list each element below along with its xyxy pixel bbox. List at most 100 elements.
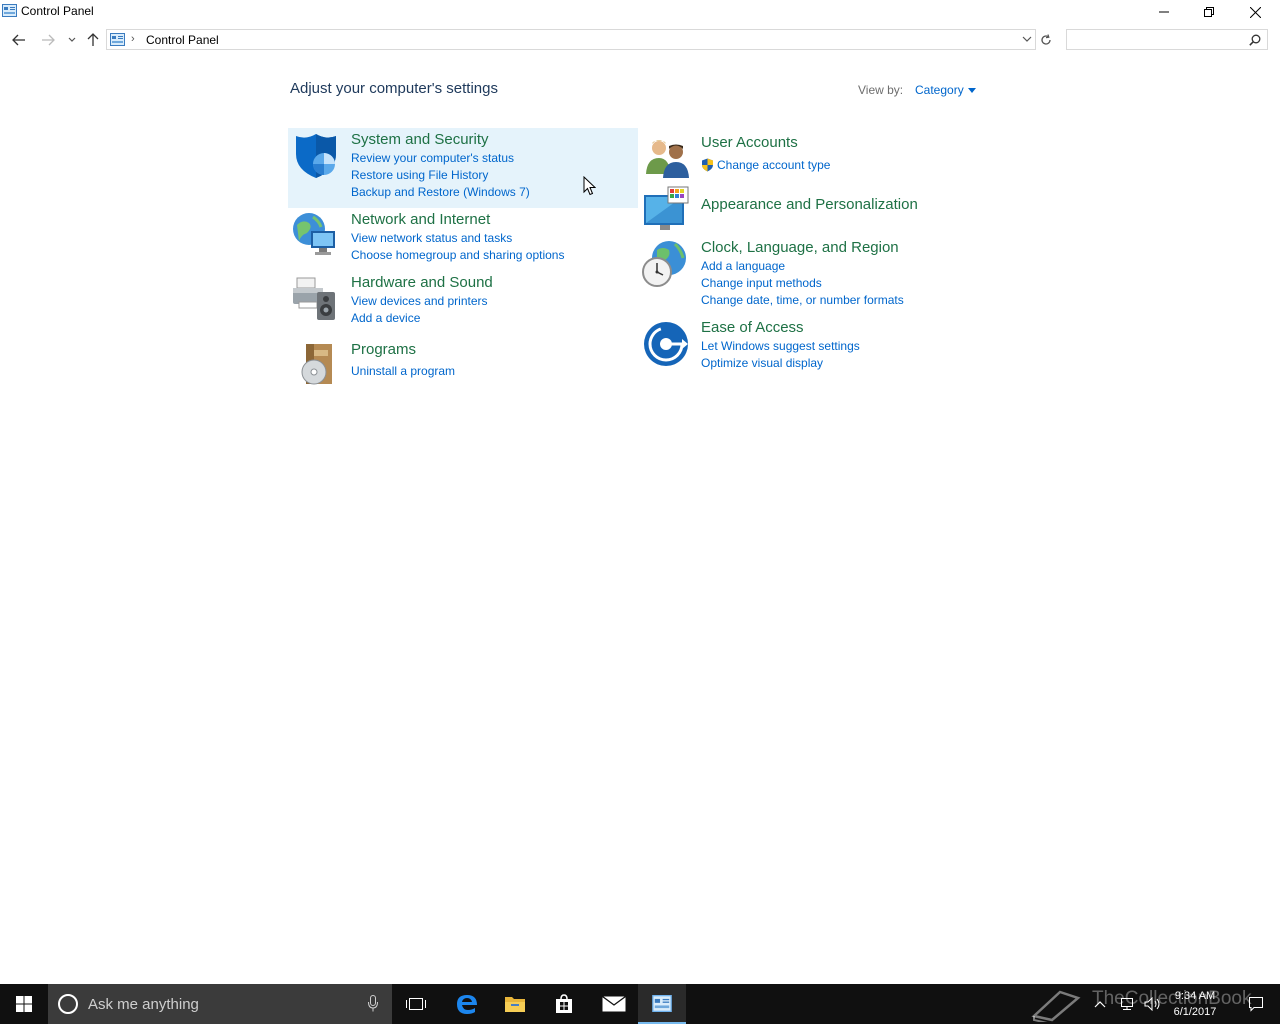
cortana-placeholder[interactable]: Ask me anything <box>88 996 199 1013</box>
forward-arrow-icon <box>42 34 55 46</box>
link-devices-printers[interactable]: View devices and printers <box>351 294 488 308</box>
page-heading: Adjust your computer's settings <box>290 80 498 97</box>
category-title[interactable]: Appearance and Personalization <box>701 196 918 213</box>
address-bar[interactable]: › Control Panel <box>106 29 1036 50</box>
category-title[interactable]: Programs <box>351 341 416 358</box>
minimize-icon <box>1159 11 1169 13</box>
category-title[interactable]: Ease of Access <box>701 319 804 336</box>
control-panel-icon <box>2 4 17 17</box>
taskbar-control-panel[interactable] <box>638 984 686 1024</box>
store-bag-icon <box>556 994 572 1013</box>
search-icon[interactable] <box>1249 34 1261 46</box>
cortana-icon <box>58 994 78 1014</box>
category-programs[interactable]: Programs Uninstall a program <box>288 338 638 388</box>
link-add-device[interactable]: Add a device <box>351 311 420 325</box>
refresh-icon <box>1041 34 1051 45</box>
minimize-button[interactable] <box>1141 0 1187 24</box>
chevron-down-icon[interactable] <box>1022 34 1032 44</box>
network-globe-icon <box>293 213 335 255</box>
taskbar-store[interactable] <box>540 984 588 1024</box>
link-review-status[interactable]: Review your computer's status <box>351 151 514 165</box>
category-network-and-internet[interactable]: Network and Internet View network status… <box>288 208 638 268</box>
close-button[interactable] <box>1232 0 1278 24</box>
window-title: Control Panel <box>21 4 94 18</box>
up-arrow-icon <box>87 33 99 46</box>
ease-of-access-icon <box>644 322 688 366</box>
task-view-button[interactable] <box>392 984 440 1024</box>
restore-icon <box>1204 7 1214 17</box>
category-appearance-and-personalization[interactable]: Appearance and Personalization <box>640 184 990 234</box>
task-view-icon <box>406 998 426 1010</box>
users-icon <box>646 140 689 178</box>
forward-button[interactable] <box>38 30 58 50</box>
category-ease-of-access[interactable]: Ease of Access Let Windows suggest setti… <box>640 316 990 376</box>
chevron-down-icon <box>68 37 76 42</box>
restore-button[interactable] <box>1186 0 1232 24</box>
category-title[interactable]: Hardware and Sound <box>351 274 493 291</box>
view-by-value[interactable]: Category <box>915 83 964 97</box>
chevron-up-icon[interactable] <box>1094 1000 1106 1008</box>
search-input[interactable] <box>1071 31 1245 50</box>
view-by-dropdown[interactable]: Category <box>915 83 976 97</box>
cortana-search-box[interactable]: Ask me anything <box>48 984 392 1024</box>
link-add-language[interactable]: Add a language <box>701 259 785 273</box>
shield-icon <box>296 134 336 178</box>
link-change-formats[interactable]: Change date, time, or number formats <box>701 293 904 307</box>
dropdown-arrow-icon <box>967 87 976 93</box>
category-clock-language-region[interactable]: Clock, Language, and Region Add a langua… <box>640 236 990 311</box>
windows-logo-icon <box>16 996 32 1012</box>
mouse-pointer-icon <box>583 176 596 196</box>
start-button[interactable] <box>0 984 48 1024</box>
clock-time: 9:34 AM <box>1174 990 1216 1002</box>
category-title[interactable]: User Accounts <box>701 134 798 151</box>
link-homegroup[interactable]: Choose homegroup and sharing options <box>351 248 564 262</box>
control-panel-icon <box>110 33 125 46</box>
system-tray <box>1094 984 1162 1024</box>
taskbar-file-explorer[interactable] <box>491 984 539 1024</box>
link-uninstall-program[interactable]: Uninstall a program <box>351 364 455 378</box>
taskbar-edge[interactable] <box>443 984 491 1024</box>
link-change-account-type[interactable]: Change account type <box>717 158 830 172</box>
view-by-label: View by: <box>858 83 904 97</box>
breadcrumb-control-panel[interactable]: Control Panel <box>146 33 219 47</box>
up-button[interactable] <box>83 30 103 50</box>
clock-date: 6/1/2017 <box>1173 1006 1217 1018</box>
notification-icon <box>1249 997 1263 1012</box>
watermark-book-icon <box>1031 990 1081 1022</box>
microphone-icon[interactable] <box>368 995 378 1012</box>
link-backup-restore[interactable]: Backup and Restore (Windows 7) <box>351 185 530 199</box>
appearance-monitor-icon <box>644 186 689 230</box>
network-icon[interactable] <box>1120 997 1136 1011</box>
action-center-button[interactable] <box>1232 984 1280 1024</box>
title-bar: Control Panel <box>0 0 1280 24</box>
taskbar: Ask me anything TheCollectionBook 9:34 A… <box>0 984 1280 1024</box>
category-hardware-and-sound[interactable]: Hardware and Sound View devices and prin… <box>288 271 638 331</box>
edge-browser-icon <box>457 995 477 1014</box>
back-arrow-icon <box>12 34 25 46</box>
folder-icon <box>505 997 525 1012</box>
control-panel-icon <box>652 994 672 1012</box>
back-button[interactable] <box>9 30 29 50</box>
link-file-history[interactable]: Restore using File History <box>351 168 488 182</box>
category-title[interactable]: Clock, Language, and Region <box>701 239 899 256</box>
search-box[interactable] <box>1066 29 1268 50</box>
category-system-and-security[interactable]: System and Security Review your computer… <box>288 128 638 208</box>
mail-icon <box>602 996 626 1012</box>
taskbar-clock[interactable]: 9:34 AM 6/1/2017 <box>1160 988 1230 1020</box>
link-change-input-methods[interactable]: Change input methods <box>701 276 822 290</box>
clock-globe-icon <box>642 241 686 287</box>
breadcrumb-separator[interactable]: › <box>131 33 135 45</box>
link-optimize-display[interactable]: Optimize visual display <box>701 356 823 370</box>
category-user-accounts[interactable]: User Accounts Change account type <box>640 131 990 181</box>
close-icon <box>1249 6 1261 18</box>
recent-locations-button[interactable] <box>62 30 82 50</box>
uac-shield-icon <box>702 158 713 172</box>
programs-box-icon <box>301 344 332 385</box>
printer-speaker-icon <box>293 277 335 320</box>
link-network-status[interactable]: View network status and tasks <box>351 231 512 245</box>
category-title[interactable]: Network and Internet <box>351 211 490 228</box>
category-title[interactable]: System and Security <box>351 131 489 148</box>
link-suggest-settings[interactable]: Let Windows suggest settings <box>701 339 860 353</box>
taskbar-mail[interactable] <box>590 984 638 1024</box>
refresh-button[interactable] <box>1037 30 1055 50</box>
